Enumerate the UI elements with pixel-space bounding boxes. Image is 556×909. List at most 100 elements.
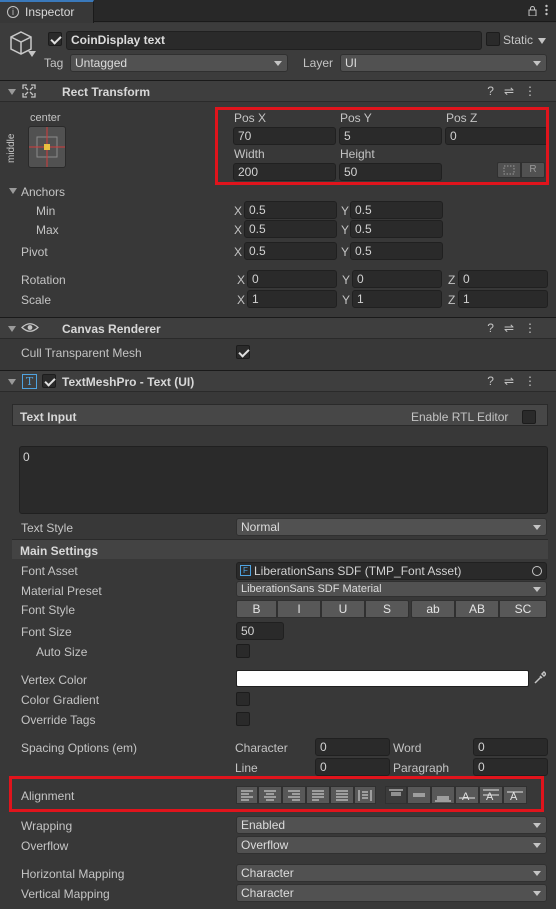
scale-y-field[interactable]: 1 [352,290,442,308]
uppercase-button[interactable]: AB [455,600,499,618]
highlight-box-alignment [9,776,544,812]
axis-x-label: X [237,273,246,287]
enable-rtl-checkbox[interactable] [522,410,536,424]
font-asset-field[interactable]: F LiberationSans SDF (TMP_Font Asset) [236,562,547,580]
axis-z-label: Z [448,273,456,287]
cull-transparent-mesh-checkbox[interactable] [236,345,250,359]
chevron-down-icon [533,587,541,592]
material-preset-dropdown[interactable]: LiberationSans SDF Material [236,581,547,597]
rotation-label: Rotation [21,273,66,287]
axis-x-label: X [234,223,243,237]
anchor-vertical-label: middle [6,133,17,163]
anchor-min-x-field[interactable]: 0.5 [244,201,337,219]
horizontal-mapping-label: Horizontal Mapping [21,867,125,881]
layer-dropdown[interactable]: UI [340,54,547,72]
paragraph-spacing-field[interactable]: 0 [473,758,548,776]
more-menu-icon[interactable] [545,4,548,16]
word-spacing-field[interactable]: 0 [473,738,548,756]
tmp-title: TextMeshPro - Text (UI) [62,375,195,389]
horizontal-mapping-dropdown[interactable]: Character [236,864,547,882]
material-preset-label: Material Preset [21,584,102,598]
lock-icon[interactable] [528,5,537,17]
tag-label: Tag [44,56,64,70]
pivot-y-field[interactable]: 0.5 [350,242,443,260]
italic-button[interactable]: I [277,600,321,618]
auto-size-label: Auto Size [36,645,88,659]
anchors-foldout-icon[interactable] [9,188,17,194]
font-size-label: Font Size [21,625,72,639]
chevron-down-icon [274,61,282,66]
icon-dropdown-icon[interactable] [28,51,36,57]
anchor-min-y-field[interactable]: 0.5 [350,201,443,219]
tag-dropdown[interactable]: Untagged [70,54,288,72]
horizontal-mapping-value: Character [241,866,294,880]
scale-z-field[interactable]: 1 [458,290,548,308]
canvas-renderer-title: Canvas Renderer [62,322,161,336]
overflow-dropdown[interactable]: Overflow [236,836,547,854]
pivot-label: Pivot [21,245,48,259]
rotation-z-field[interactable]: 0 [458,270,548,288]
foldout-arrow-icon[interactable] [8,379,16,385]
bold-button[interactable]: B [236,600,277,618]
tag-value: Untagged [75,56,128,70]
scale-label: Scale [21,293,52,307]
vertex-color-label: Vertex Color [21,673,88,687]
auto-size-checkbox[interactable] [236,644,250,658]
material-preset-value: LiberationSans SDF Material [241,583,382,595]
axis-y-label: Y [342,293,351,307]
component-header-icons[interactable]: ?⇌⋮ [487,84,546,98]
line-spacing-field[interactable]: 0 [315,758,390,776]
text-style-dropdown[interactable]: Normal [236,518,547,536]
component-header-icons[interactable]: ?⇌⋮ [487,374,546,388]
object-name-field[interactable]: CoinDisplay text [66,31,482,50]
text-component-icon: T [22,374,37,389]
overflow-value: Overflow [241,838,289,852]
foldout-arrow-icon[interactable] [8,326,16,332]
component-header-icons[interactable]: ?⇌⋮ [487,321,546,335]
anchor-max-x-field[interactable]: 0.5 [244,220,337,238]
anchors-label: Anchors [21,185,66,199]
static-label[interactable]: Static [503,32,533,48]
strikethrough-button[interactable]: S [365,600,409,618]
spacing-options-label: Spacing Options (em) [21,741,138,755]
anchor-preset-icon [29,127,65,167]
tmp-enabled-checkbox[interactable] [42,374,56,388]
axis-z-label: Z [448,293,456,307]
anchor-max-y-field[interactable]: 0.5 [350,220,443,238]
text-input-value: 0 [23,450,30,464]
object-active-checkbox[interactable] [48,32,62,46]
anchor-horizontal-label: center [30,112,61,124]
font-asset-value: LiberationSans SDF (TMP_Font Asset) [254,564,462,578]
vertical-mapping-dropdown[interactable]: Character [236,884,547,902]
chevron-down-icon [533,871,541,876]
override-tags-checkbox[interactable] [236,712,250,726]
rotation-x-field[interactable]: 0 [247,270,337,288]
tab-inspector[interactable]: i Inspector [0,0,94,23]
anchor-preset-button[interactable] [28,126,66,168]
scale-x-field[interactable]: 1 [247,290,337,308]
static-dropdown-icon[interactable] [538,38,546,44]
text-input-area[interactable]: 0 [19,446,548,514]
info-icon: i [7,6,19,18]
override-tags-label: Override Tags [21,713,96,727]
eyedropper-icon[interactable] [533,670,548,685]
highlight-box-rect [215,107,549,185]
color-gradient-checkbox[interactable] [236,692,250,706]
smallcaps-button[interactable]: SC [499,600,547,618]
vertex-color-swatch[interactable] [236,670,529,687]
lowercase-button[interactable]: ab [411,600,455,618]
rotation-y-field[interactable]: 0 [352,270,442,288]
cull-transparent-mesh-label: Cull Transparent Mesh [21,346,142,360]
max-label: Max [36,223,59,237]
chevron-down-icon [533,525,541,530]
rect-transform-icon [22,84,36,98]
object-picker-icon[interactable] [532,566,542,576]
character-spacing-field[interactable]: 0 [315,738,390,756]
font-size-field[interactable]: 50 [236,622,284,640]
main-settings-label: Main Settings [20,544,99,558]
foldout-arrow-icon[interactable] [8,89,16,95]
wrapping-dropdown[interactable]: Enabled [236,816,547,834]
pivot-x-field[interactable]: 0.5 [244,242,337,260]
underline-button[interactable]: U [321,600,365,618]
static-checkbox[interactable] [486,32,500,46]
